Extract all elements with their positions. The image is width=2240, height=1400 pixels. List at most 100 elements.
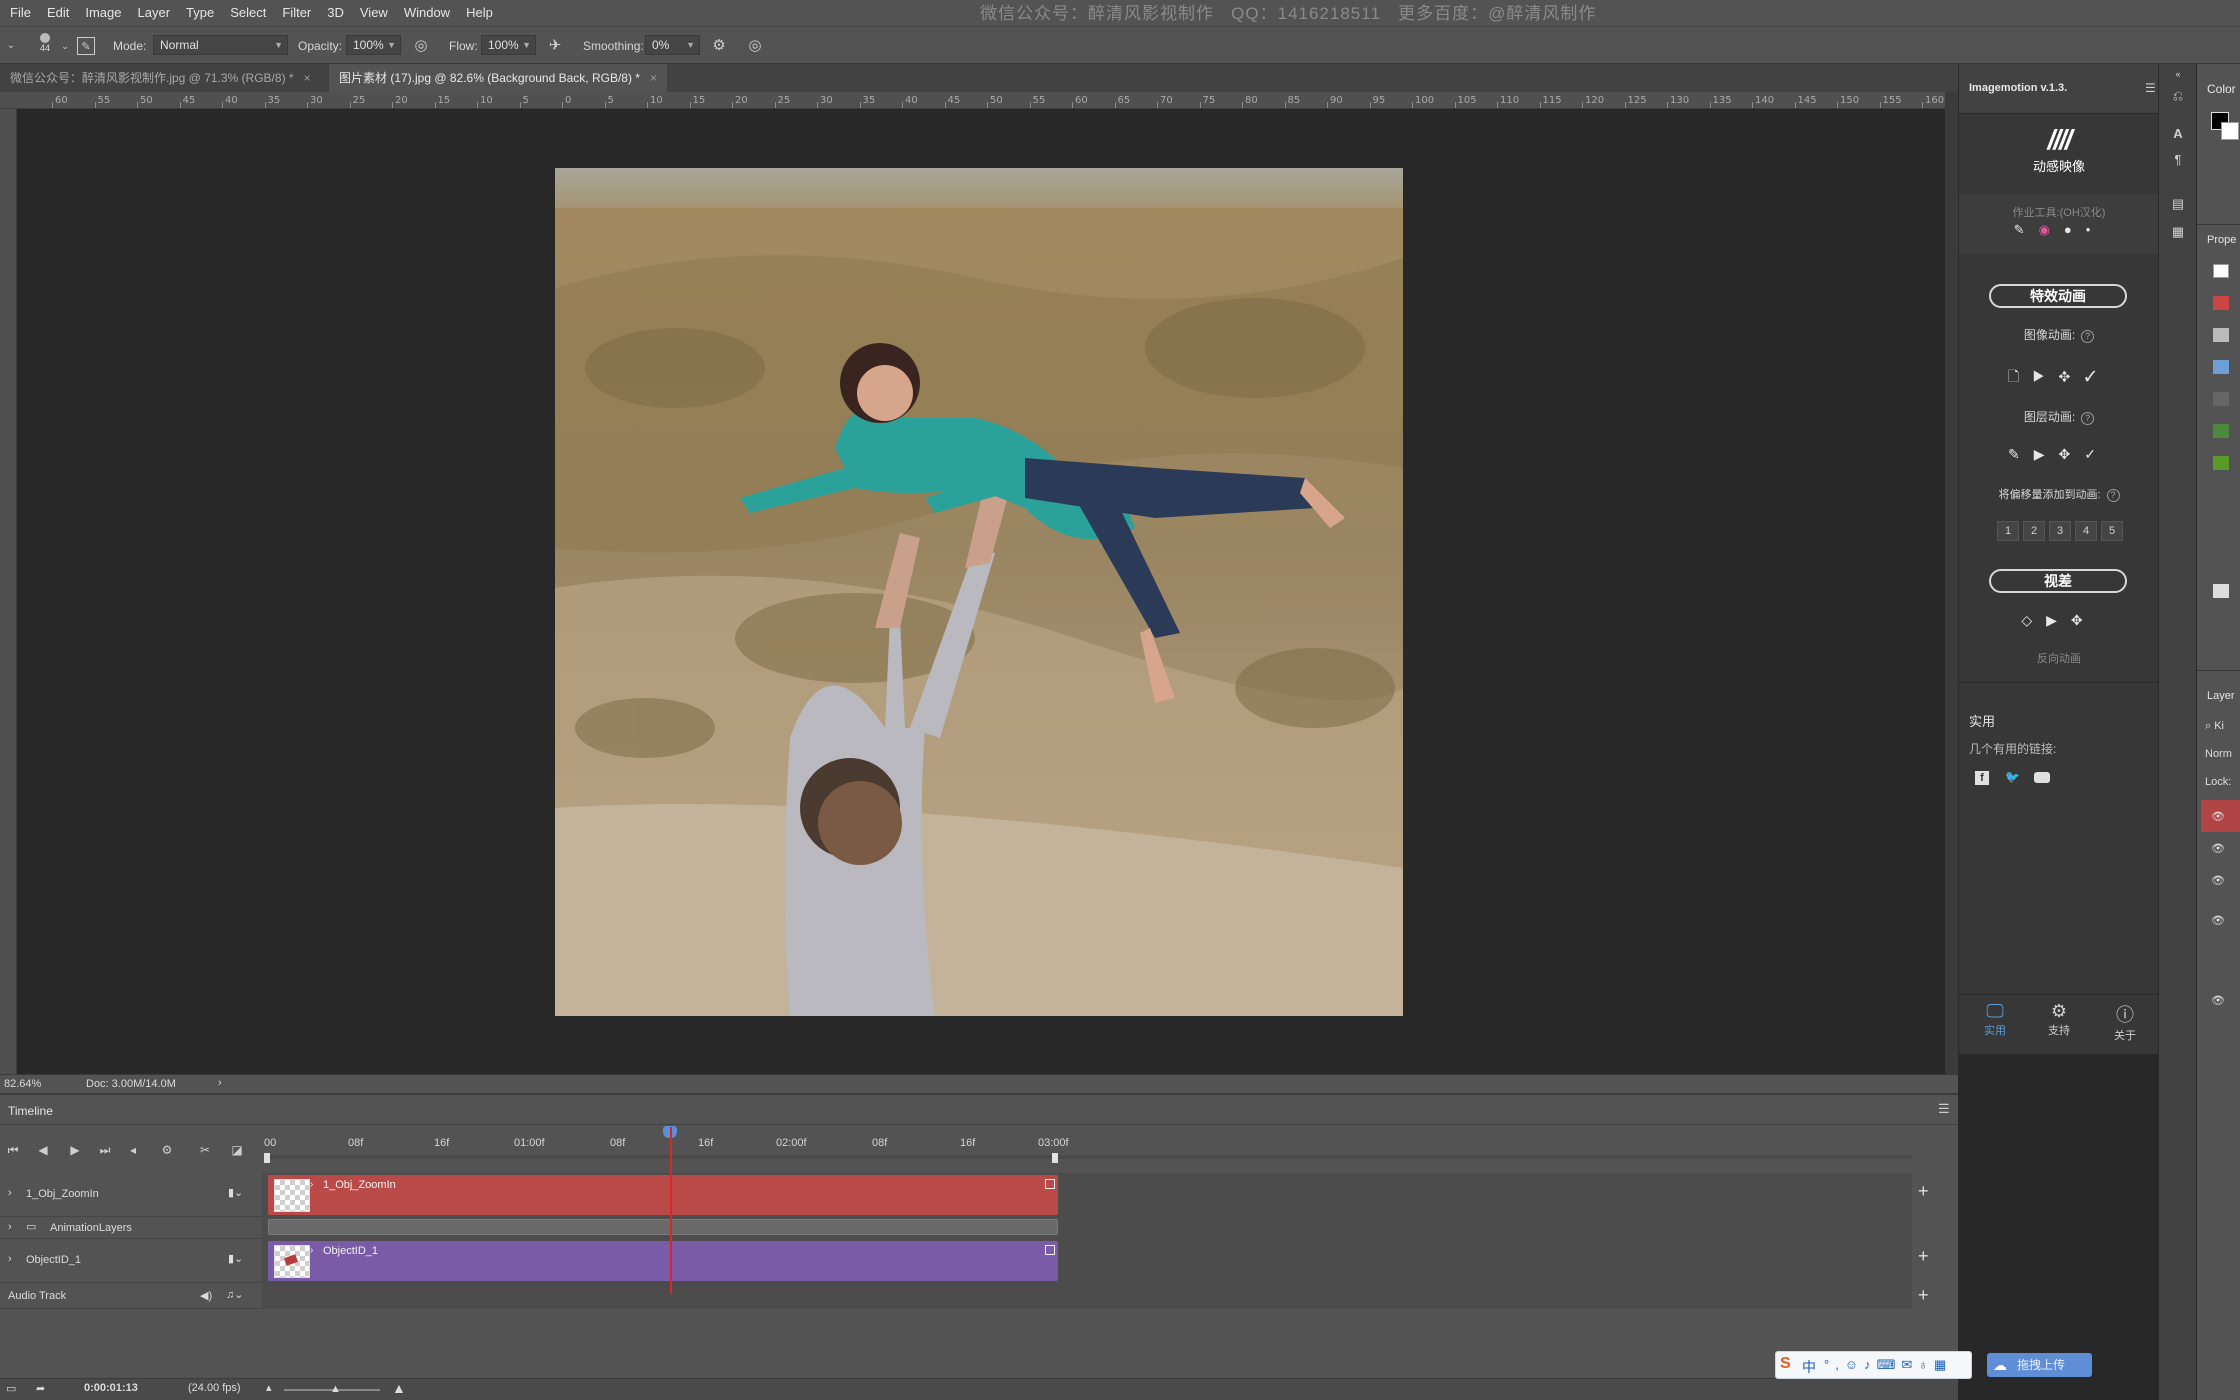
paragraph-icon[interactable]: ¶ — [2170, 152, 2186, 168]
swatch-green2-icon[interactable] — [2213, 456, 2229, 470]
zoom-in-icon[interactable]: ▲ — [392, 1380, 406, 1396]
menu-type[interactable]: Type — [178, 0, 222, 26]
offset-button-4[interactable]: 4 — [2075, 521, 2097, 541]
tool-preset-chevron-icon[interactable]: ⌄ — [2, 37, 20, 55]
play-icon[interactable]: ▶ — [66, 1141, 84, 1159]
group-bar-animationlayers[interactable] — [268, 1219, 1058, 1235]
check-icon[interactable]: ✓ — [2084, 446, 2110, 462]
first-frame-icon[interactable]: ⏮ — [4, 1141, 22, 1159]
vertical-scrollbar[interactable] — [1945, 92, 1958, 1074]
film-icon[interactable]: ▮⌄ — [228, 1252, 243, 1265]
dot-icon[interactable]: ● — [2064, 222, 2086, 237]
layers-filter[interactable]: ⌕ Ki — [2205, 720, 2224, 733]
clip-objectid-1[interactable]: › ObjectID_1 — [268, 1241, 1058, 1281]
move-icon[interactable]: ✥ — [2071, 612, 2097, 628]
current-time[interactable]: 0:00:01:13 — [84, 1382, 138, 1394]
blend-mode-select[interactable]: Norm — [2205, 748, 2232, 760]
panel-menu-icon[interactable]: ☰ — [2145, 81, 2156, 95]
clip-chevron-icon[interactable]: › — [310, 1179, 313, 1190]
close-icon[interactable]: × — [304, 71, 311, 85]
tab-document-1[interactable]: 微信公众号：醉清风影视制作.jpg @ 71.3% (RGB/8) * × — [0, 64, 321, 92]
menu-select[interactable]: Select — [222, 0, 274, 26]
menu-filter[interactable]: Filter — [274, 0, 319, 26]
swatch-red-icon[interactable] — [2213, 296, 2229, 310]
upload-button[interactable]: ☁ 拖拽上传 — [1987, 1353, 2092, 1377]
gear-icon[interactable]: ⚙ — [158, 1141, 176, 1159]
swatch-light-icon[interactable] — [2213, 584, 2229, 598]
clip-1-obj-zoomin[interactable]: › 1_Obj_ZoomIn — [268, 1175, 1058, 1215]
music-note-icon[interactable]: ♫⌄ — [226, 1288, 243, 1301]
expand-chevron-icon[interactable]: › — [8, 1187, 12, 1199]
airbrush-icon[interactable]: ✈ — [546, 37, 564, 55]
effects-animation-button[interactable]: 特效动画 — [1989, 284, 2127, 308]
background-color-swatch[interactable] — [2221, 122, 2239, 140]
render-icon[interactable]: ➦ — [36, 1382, 45, 1395]
menu-window[interactable]: Window — [396, 0, 458, 26]
track-row-1[interactable]: › 1_Obj_ZoomIn ▮⌄ — [0, 1173, 262, 1217]
offset-button-5[interactable]: 5 — [2101, 521, 2123, 541]
add-media-plus-icon[interactable]: + — [1918, 1246, 1929, 1267]
track-row-2[interactable]: › ▭ AnimationLayers — [0, 1217, 262, 1239]
ime-toolbar[interactable]: S 中 °,☺♪⌨✉♁▦ — [1775, 1351, 1972, 1379]
flow-input[interactable]: 100% ▼ — [481, 35, 536, 55]
character-icon[interactable]: A — [2170, 126, 2186, 142]
new-doc-icon[interactable]: 🗋 — [2008, 368, 2033, 384]
brush-panel-toggle-icon[interactable]: ✎ — [77, 37, 95, 55]
eye-icon[interactable]: 👁 — [2211, 842, 2225, 855]
expand-chevron-icon[interactable]: › — [8, 1253, 12, 1265]
eye-icon[interactable]: 👁 — [2211, 874, 2225, 887]
gear-icon[interactable]: ⚙ — [710, 37, 728, 55]
eye-icon[interactable]: 👁 — [2211, 914, 2225, 927]
offset-button-3[interactable]: 3 — [2049, 521, 2071, 541]
menu-edit[interactable]: Edit — [39, 0, 77, 26]
work-area-start-handle[interactable] — [264, 1153, 270, 1163]
tab-utility[interactable]: 🖵 实用 — [1965, 1001, 2025, 1038]
opacity-input[interactable]: 100% ▼ — [346, 35, 401, 55]
navigator-icon[interactable]: ▤ — [2170, 196, 2186, 212]
eye-icon[interactable]: 👁 — [2211, 810, 2225, 823]
menu-view[interactable]: View — [352, 0, 396, 26]
pressure-opacity-icon[interactable]: ◎ — [412, 37, 430, 55]
reverse-animation-label[interactable]: 反向动画 — [1959, 650, 2159, 666]
next-frame-icon[interactable]: ⏭ — [96, 1141, 114, 1159]
work-area-end-handle[interactable] — [1052, 1153, 1058, 1163]
smoothing-input[interactable]: 0% ▼ — [645, 35, 700, 55]
status-menu-arrow-icon[interactable]: › — [218, 1077, 222, 1089]
brush-preset-picker[interactable]: 44 — [34, 31, 56, 61]
prev-frame-icon[interactable]: ◀ — [34, 1141, 52, 1159]
collapse-icon[interactable]: « — [2170, 66, 2186, 82]
expand-chevron-icon[interactable]: › — [8, 1221, 12, 1233]
track-row-audio[interactable]: Audio Track ◀) ♫⌄ — [0, 1283, 262, 1309]
clip-chevron-icon[interactable]: › — [310, 1245, 313, 1256]
help-icon[interactable]: ? — [2081, 412, 2095, 425]
color-panel-title[interactable]: Color — [2207, 82, 2236, 96]
parallax-icon[interactable]: ◇ — [2021, 612, 2046, 628]
offset-button-1[interactable]: 1 — [1997, 521, 2019, 541]
history-icon[interactable]: ⎌ — [2170, 88, 2186, 104]
color-wheel-icon[interactable]: ◉ — [2039, 222, 2064, 237]
document-image[interactable] — [555, 168, 1403, 1016]
check-icon[interactable]: ✓ — [2085, 368, 2111, 384]
convert-frame-icon[interactable]: ▭ — [6, 1382, 16, 1395]
brush-chevron-icon[interactable]: ⌄ — [56, 37, 74, 55]
clip-end-icon[interactable] — [1045, 1179, 1055, 1189]
eye-icon[interactable]: 👁 — [2211, 994, 2225, 1007]
menu-3d[interactable]: 3D — [319, 0, 352, 26]
help-icon[interactable]: ? — [2106, 489, 2120, 502]
zoom-slider-thumb[interactable]: ▲ — [330, 1383, 341, 1395]
swatch-none-icon[interactable] — [2213, 264, 2229, 278]
help-icon[interactable]: ? — [2081, 330, 2095, 343]
tab-document-2[interactable]: 图片素材 (17).jpg @ 82.6% (Background Back, … — [329, 64, 667, 92]
swatch-blue-icon[interactable] — [2213, 360, 2229, 374]
zoom-out-icon[interactable]: ▴ — [266, 1381, 272, 1394]
play-icon[interactable]: ▶ — [2046, 612, 2071, 628]
speaker-icon[interactable]: ◀) — [200, 1289, 212, 1302]
audio-mute-icon[interactable]: ◂ — [124, 1141, 142, 1159]
pressure-size-icon[interactable]: ◎ — [746, 37, 764, 55]
notes-icon[interactable]: ▦ — [2170, 224, 2186, 240]
move-icon[interactable]: ✥ — [2058, 368, 2084, 384]
close-icon[interactable]: × — [650, 71, 657, 85]
small-dot-icon[interactable]: • — [2086, 222, 2105, 237]
ime-tool-icons[interactable]: °,☺♪⌨✉♁▦ — [1824, 1357, 1952, 1373]
zoom-level[interactable]: 82.64% — [4, 1078, 41, 1090]
